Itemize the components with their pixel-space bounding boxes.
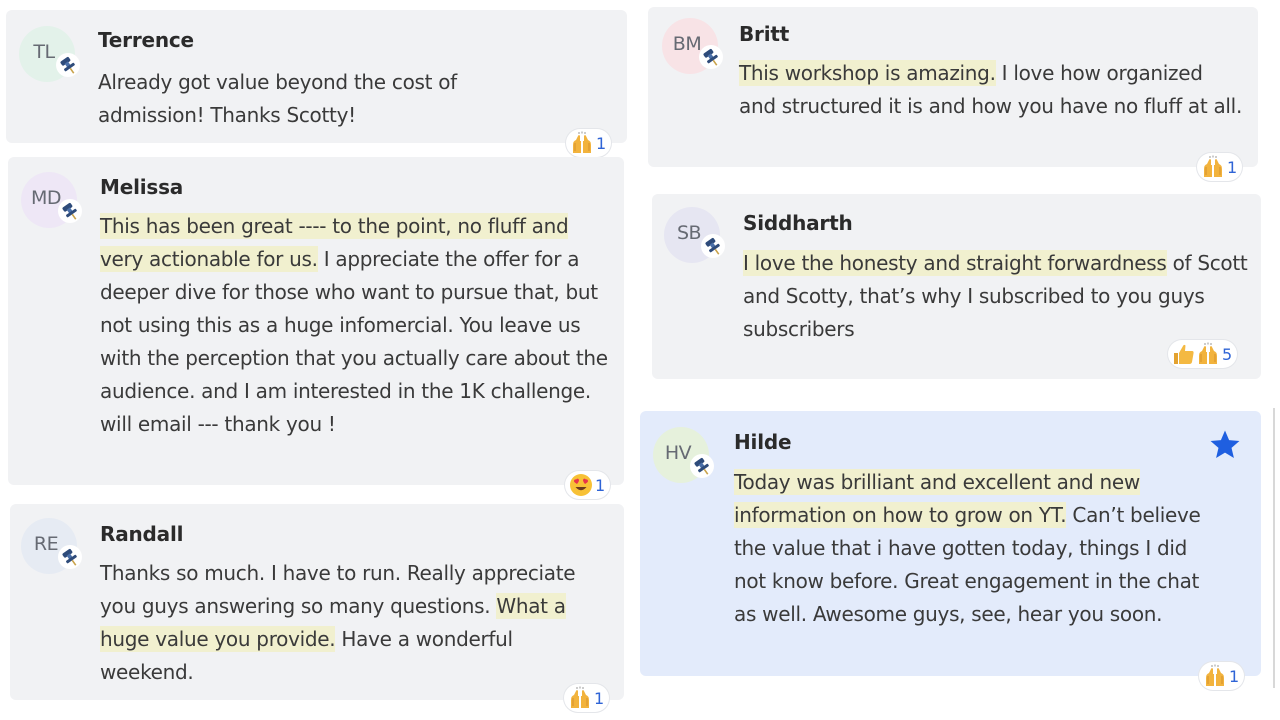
sender-name: Terrence <box>98 28 194 52</box>
avatar: SB <box>664 207 720 263</box>
message-text: This has been great ---- to the point, n… <box>100 213 608 436</box>
reaction-pill[interactable]: 1 <box>566 129 612 157</box>
avatar: RE <box>21 518 77 574</box>
avatar: TL <box>19 26 75 82</box>
message-card[interactable]: TL Terrence Already got value beyond the… <box>6 10 627 143</box>
message-text: This workshop is amazing. I love how org… <box>739 60 1242 118</box>
thumbs-up-icon <box>1172 342 1196 366</box>
highlighted-text: I love the honesty and straight forwardn… <box>743 250 1167 276</box>
sender-name: Siddharth <box>743 211 853 235</box>
reaction-pill[interactable]: 5 <box>1168 340 1238 368</box>
pin-icon <box>55 52 81 78</box>
star-icon[interactable] <box>1208 428 1242 462</box>
message-text: I love the honesty and straight forwardn… <box>743 250 1248 341</box>
message-text: Today was brilliant and excellent and ne… <box>734 469 1201 626</box>
raising-hands-icon <box>1201 155 1225 179</box>
reaction-count: 1 <box>596 133 607 153</box>
reaction-pill[interactable]: 1 <box>565 471 611 499</box>
message-card[interactable]: MD Melissa This has been great ---- to t… <box>8 157 624 485</box>
raising-hands-icon <box>1196 342 1220 366</box>
raising-hands-icon <box>570 131 594 155</box>
pin-icon <box>57 544 83 570</box>
reaction-count: 1 <box>1229 666 1240 686</box>
raising-hands-icon <box>568 686 592 710</box>
message-card-starred[interactable]: HV Hilde Today was brilliant and excelle… <box>640 411 1261 676</box>
sender-name: Britt <box>739 22 790 46</box>
reaction-count: 1 <box>1227 157 1238 177</box>
reaction-pill[interactable]: 1 <box>1199 662 1245 690</box>
sender-name: Randall <box>100 522 184 546</box>
highlighted-text: This workshop is amazing. <box>739 60 996 86</box>
pin-icon <box>689 453 715 479</box>
message-text: Thanks so much. I have to run. Really ap… <box>100 561 576 684</box>
avatar: MD <box>21 172 77 228</box>
pin-icon <box>700 233 726 259</box>
scrollbar-track[interactable] <box>1273 408 1275 688</box>
message-text: Already got value beyond the cost of adm… <box>98 70 457 127</box>
sender-name: Melissa <box>100 175 184 199</box>
reaction-count: 1 <box>595 475 606 495</box>
avatar: HV <box>653 427 709 483</box>
pin-icon <box>698 44 724 70</box>
reaction-pill[interactable]: 1 <box>1197 153 1243 181</box>
sender-name: Hilde <box>734 430 792 454</box>
avatar: BM <box>662 18 718 74</box>
message-card[interactable]: RE Randall Thanks so much. I have to run… <box>10 504 624 700</box>
pin-icon <box>57 198 83 224</box>
reaction-count: 1 <box>594 688 605 708</box>
raising-hands-icon <box>1203 664 1227 688</box>
reaction-pill[interactable]: 1 <box>564 684 610 712</box>
message-text-extra: subscribers <box>743 317 855 341</box>
message-card[interactable]: BM Britt This workshop is amazing. I lov… <box>648 7 1258 167</box>
reaction-count: 5 <box>1222 344 1233 364</box>
heart-eyes-icon <box>569 473 593 497</box>
